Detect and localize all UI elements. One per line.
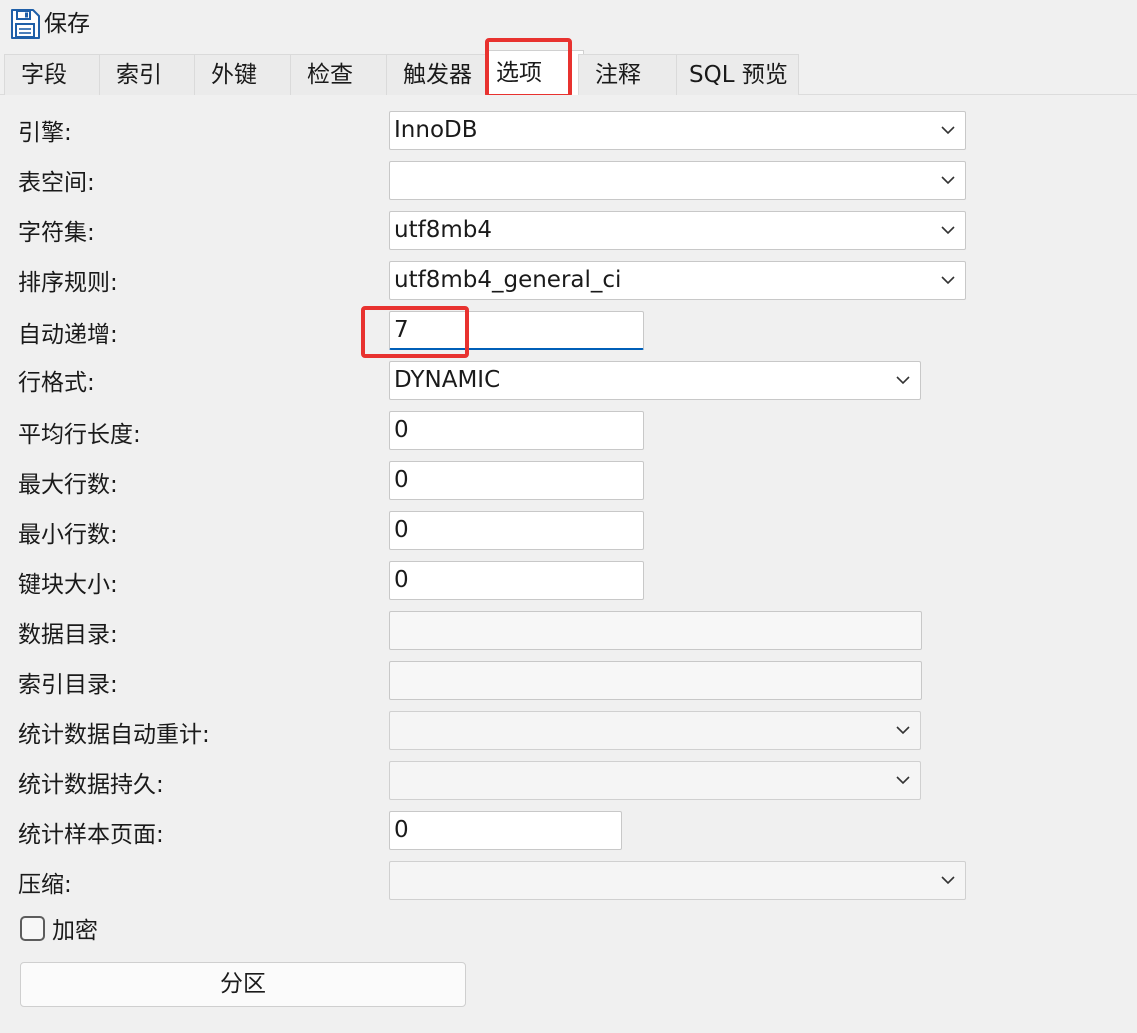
options-panel: 引擎: InnoDB 表空间: 字符集: utf8mb4 排序规则: utf8m… — [0, 95, 1137, 1033]
tab-triggers[interactable]: 触发器 — [386, 54, 486, 95]
tab-fields[interactable]: 字段 — [4, 54, 100, 95]
row-format-label: 行格式: — [18, 370, 95, 396]
charset-value: utf8mb4 — [394, 217, 492, 243]
engine-label: 引擎: — [18, 120, 72, 146]
chevron-down-icon — [939, 212, 957, 249]
stats-sample-pages-input[interactable]: 0 — [389, 811, 622, 850]
avg-row-length-input[interactable]: 0 — [389, 411, 644, 450]
chevron-down-icon — [894, 712, 912, 749]
encryption-label: 加密 — [52, 918, 98, 944]
stats-persistent-label: 统计数据持久: — [18, 772, 164, 798]
stats-sample-pages-value: 0 — [394, 817, 409, 843]
engine-select[interactable]: InnoDB — [389, 111, 966, 150]
collation-select[interactable]: utf8mb4_general_ci — [389, 261, 966, 300]
key-block-size-input[interactable]: 0 — [389, 561, 644, 600]
max-rows-input[interactable]: 0 — [389, 461, 644, 500]
key-block-size-label: 键块大小: — [18, 572, 118, 598]
chevron-down-icon — [939, 162, 957, 199]
collation-label: 排序规则: — [18, 270, 118, 296]
encryption-checkbox-row[interactable]: 加密 — [20, 913, 98, 944]
stats-auto-recalc-label: 统计数据自动重计: — [18, 722, 210, 748]
tab-bar: 字段 索引 外键 检查 触发器 选项 注释 SQL 预览 — [0, 50, 1137, 96]
floppy-disk-icon — [8, 7, 42, 41]
data-directory-label: 数据目录: — [18, 622, 118, 648]
data-directory-input[interactable] — [389, 611, 922, 650]
min-rows-value: 0 — [394, 517, 409, 543]
row-format-value: DYNAMIC — [394, 367, 501, 393]
auto-increment-input[interactable]: 7 — [389, 311, 644, 350]
tab-foreign-keys[interactable]: 外键 — [194, 54, 291, 95]
toolbar: 保存 — [0, 0, 1137, 48]
chevron-down-icon — [939, 112, 957, 149]
stats-auto-recalc-select[interactable] — [389, 711, 921, 750]
min-rows-input[interactable]: 0 — [389, 511, 644, 550]
index-directory-input[interactable] — [389, 661, 922, 700]
row-format-select[interactable]: DYNAMIC — [389, 361, 921, 400]
index-directory-label: 索引目录: — [18, 672, 118, 698]
tab-indexes[interactable]: 索引 — [99, 54, 195, 95]
compression-label: 压缩: — [18, 872, 72, 898]
auto-increment-label: 自动递增: — [18, 322, 118, 348]
auto-increment-value: 7 — [394, 317, 409, 343]
charset-label: 字符集: — [18, 220, 95, 246]
chevron-down-icon — [894, 362, 912, 399]
min-rows-label: 最小行数: — [18, 522, 118, 548]
partition-button[interactable]: 分区 — [20, 962, 466, 1007]
max-rows-value: 0 — [394, 467, 409, 493]
tab-options[interactable]: 选项 — [485, 50, 584, 96]
compression-select[interactable] — [389, 861, 966, 900]
stats-persistent-select[interactable] — [389, 761, 921, 800]
tablespace-select[interactable] — [389, 161, 966, 200]
charset-select[interactable]: utf8mb4 — [389, 211, 966, 250]
tab-checks[interactable]: 检查 — [290, 54, 387, 95]
tab-comments[interactable]: 注释 — [578, 54, 677, 95]
tab-sql-preview[interactable]: SQL 预览 — [676, 54, 799, 95]
engine-value: InnoDB — [394, 117, 478, 143]
max-rows-label: 最大行数: — [18, 472, 118, 498]
chevron-down-icon — [894, 762, 912, 799]
tablespace-label: 表空间: — [18, 170, 95, 196]
chevron-down-icon — [939, 262, 957, 299]
avg-row-length-value: 0 — [394, 417, 409, 443]
avg-row-length-label: 平均行长度: — [18, 422, 141, 448]
chevron-down-icon — [939, 862, 957, 899]
save-label: 保存 — [44, 11, 90, 37]
encryption-checkbox[interactable] — [20, 915, 45, 941]
key-block-size-value: 0 — [394, 567, 409, 593]
collation-value: utf8mb4_general_ci — [394, 267, 622, 293]
save-button[interactable]: 保存 — [8, 6, 90, 42]
stats-sample-pages-label: 统计样本页面: — [18, 822, 164, 848]
